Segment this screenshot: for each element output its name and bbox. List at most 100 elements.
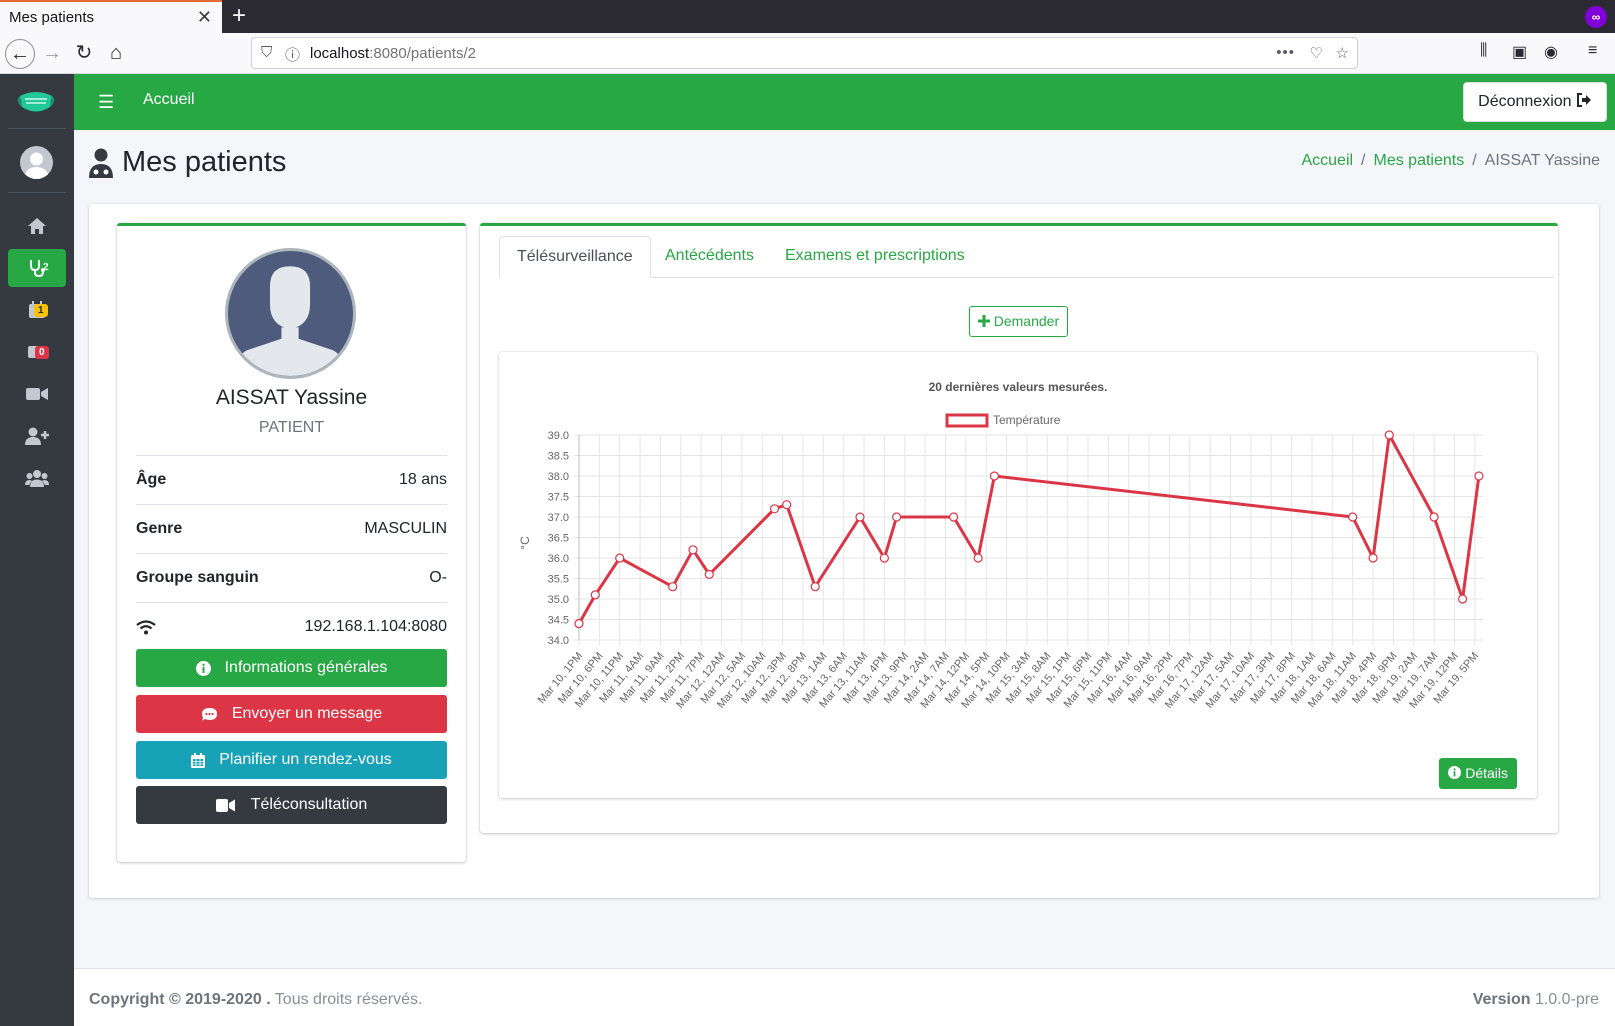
data-point[interactable] [1384, 430, 1394, 440]
y-tick-label: 36.5 [548, 533, 569, 545]
tab-antecedents[interactable]: Antécédents [648, 236, 771, 278]
data-point[interactable] [688, 545, 698, 555]
url-bar[interactable]: ⛉ ⓘ localhost:8080/patients/2 ••• ♡ ☆ [251, 37, 1358, 69]
request-measure-label: Demander [993, 313, 1060, 329]
info-row-blood-group: Groupe sanguin O- [136, 553, 447, 602]
y-tick-label: 39.0 [548, 430, 569, 442]
sidebar-item-add-patient[interactable] [8, 417, 66, 455]
reload-icon[interactable]: ↻ [69, 39, 99, 69]
y-tick-label: 37.0 [548, 512, 569, 524]
forward-icon[interactable]: → [37, 39, 67, 69]
breadcrumb-home[interactable]: Accueil [1301, 152, 1353, 169]
sidebar-item-home[interactable] [8, 207, 66, 245]
more-actions-icon[interactable]: ••• [1276, 44, 1295, 61]
tab-telesurveillance[interactable]: Télésurveillance [499, 236, 651, 278]
data-point[interactable] [769, 504, 780, 514]
breadcrumb-separator: / [1361, 152, 1366, 169]
hamburger-menu-icon[interactable]: ☰ [98, 92, 114, 113]
app-sidebar: 2 1 0 [0, 74, 74, 1026]
teleconsultation-button[interactable]: Téléconsultation [136, 786, 447, 824]
data-point[interactable] [879, 553, 889, 563]
sidebar-item-missed-calls[interactable]: 0 [8, 333, 66, 371]
info-value: MASCULIN [364, 520, 447, 537]
y-tick-label: 37.5 [548, 492, 569, 504]
new-tab-icon[interactable]: + [232, 2, 246, 30]
tab-exams-prescriptions[interactable]: Examens et prescriptions [768, 236, 982, 278]
y-tick-label: 34.5 [548, 615, 569, 627]
data-point[interactable] [590, 590, 600, 600]
breadcrumb-patients[interactable]: Mes patients [1374, 152, 1465, 169]
sidebar-item-users[interactable] [8, 459, 66, 497]
data-point[interactable] [1429, 512, 1439, 522]
data-point[interactable] [892, 512, 902, 522]
y-tick-label: 35.0 [548, 594, 569, 606]
logout-label: Déconnexion [1478, 93, 1572, 110]
info-row-device-ip: 192.168.1.104:8080 [136, 602, 447, 651]
user-doctor-icon [89, 148, 113, 178]
browser-toolbar: ← → ↻ ⌂ ⛉ ⓘ localhost:8080/patients/2 ••… [0, 33, 1615, 74]
data-point[interactable] [973, 553, 983, 563]
bookmark-star-icon[interactable]: ☆ [1336, 44, 1349, 62]
sidebar-toggle-icon[interactable]: ▣ [1512, 42, 1527, 62]
video-icon [215, 798, 235, 812]
data-point[interactable] [615, 553, 625, 563]
mask-logo-icon[interactable] [17, 87, 55, 115]
data-point[interactable] [1457, 594, 1468, 604]
send-message-label: Envoyer un message [231, 705, 383, 722]
data-point[interactable] [949, 512, 959, 522]
user-avatar[interactable] [20, 146, 53, 179]
sidebar-item-teleconsultation[interactable] [8, 375, 66, 413]
menu-icon[interactable]: ≡ [1588, 42, 1597, 60]
data-point[interactable] [1348, 512, 1358, 522]
schedule-appointment-button[interactable]: Planifier un rendez-vous [136, 741, 447, 779]
data-point[interactable] [782, 500, 792, 510]
data-point[interactable] [668, 582, 678, 592]
browser-tab-bar: Mes patients ✕ + ∞ [0, 0, 1615, 33]
temperature-series-line [577, 433, 1481, 625]
send-message-button[interactable]: Envoyer un message [136, 695, 447, 733]
data-point[interactable] [1368, 553, 1378, 563]
info-circle-icon[interactable]: ⓘ [285, 44, 300, 65]
version-info: Version 1.0.0-pre [1473, 991, 1599, 1009]
version-number: 1.0.0-pre [1534, 991, 1599, 1008]
schedule-appointment-label: Planifier un rendez-vous [219, 751, 392, 768]
close-tab-icon[interactable]: ✕ [197, 7, 212, 28]
details-button[interactable]: Détails [1439, 758, 1517, 789]
account-icon[interactable]: ◉ [1544, 42, 1558, 62]
details-label: Détails [1465, 765, 1508, 781]
patient-name: AISSAT Yassine [215, 386, 368, 409]
info-value: 18 ans [398, 471, 447, 488]
general-info-button[interactable]: Informations générales [136, 649, 447, 687]
copyright: Copyright © 2019-2020 . Tous droits rése… [89, 991, 422, 1009]
library-icon[interactable]: ⫼ [1480, 42, 1487, 60]
legend-swatch [945, 413, 989, 428]
data-point[interactable] [989, 471, 999, 481]
info-label: Âge [136, 471, 167, 488]
request-measure-button[interactable]: Demander [969, 306, 1068, 337]
y-tick-label: 35.5 [548, 574, 569, 586]
info-row-gender: Genre MASCULIN [136, 504, 447, 553]
patient-role: PATIENT [258, 419, 325, 436]
data-point[interactable] [574, 619, 584, 629]
users-icon [25, 470, 49, 487]
data-point[interactable] [1474, 471, 1484, 481]
temperature-chart: 20 dernières valeurs mesurées. Températu… [518, 380, 1484, 711]
data-point[interactable] [855, 512, 865, 522]
home-icon [28, 218, 46, 234]
footer: Copyright © 2019-2020 . Tous droits rése… [74, 968, 1615, 1026]
data-point[interactable] [704, 569, 714, 579]
shield-icon[interactable]: ⛉ [261, 44, 272, 61]
general-info-label: Informations générales [224, 659, 388, 676]
data-point[interactable] [810, 582, 820, 592]
top-navbar: ☰ Accueil Déconnexion [74, 74, 1615, 130]
pocket-icon[interactable]: ♡ [1310, 44, 1323, 62]
telemonitoring-card: Télésurveillance Antécédents Examens et … [480, 223, 1558, 833]
home-browser-icon[interactable]: ⌂ [101, 39, 131, 69]
back-icon[interactable]: ← [5, 39, 35, 69]
logout-button[interactable]: Déconnexion [1463, 82, 1607, 122]
nav-home-link[interactable]: Accueil [143, 91, 195, 109]
url-host: localhost [310, 45, 370, 62]
sidebar-item-appointments[interactable]: 1 [8, 291, 66, 329]
sidebar-item-patients[interactable]: 2 [8, 249, 66, 287]
browser-tab[interactable]: Mes patients ✕ [0, 0, 222, 33]
